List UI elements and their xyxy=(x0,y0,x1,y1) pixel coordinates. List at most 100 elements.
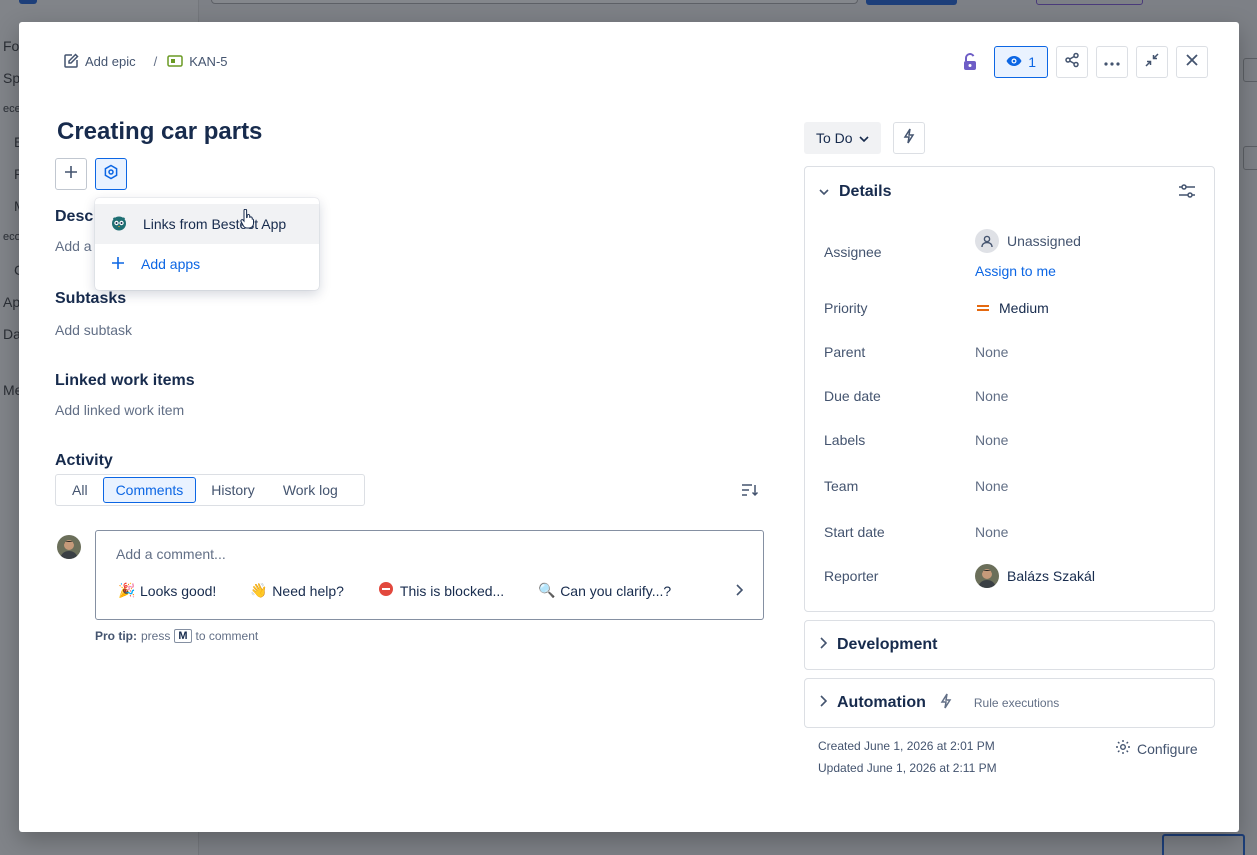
quick-reply-label: Looks good! xyxy=(140,582,217,599)
status-dropdown[interactable]: To Do xyxy=(804,122,881,154)
watch-count: 1 xyxy=(1028,54,1036,70)
labels-value[interactable]: None xyxy=(975,432,1008,448)
priority-value[interactable]: Medium xyxy=(975,300,1049,316)
start-date-value[interactable]: None xyxy=(975,524,1008,540)
magnifier-icon: 🔍 xyxy=(538,582,556,598)
watch-button[interactable]: 1 xyxy=(994,46,1048,78)
parent-value[interactable]: None xyxy=(975,344,1008,360)
quick-reply-looks-good[interactable]: 🎉 Looks good! xyxy=(118,582,216,599)
bg-sidebar-text: Sp xyxy=(3,70,21,86)
add-epic-label: Add epic xyxy=(85,53,136,69)
assignee-text: Unassigned xyxy=(1007,233,1081,249)
tab-all[interactable]: All xyxy=(59,477,101,503)
bestest-app-label: Links from Bestest App xyxy=(143,216,287,232)
bg-sidebar-text: Ap xyxy=(3,294,21,310)
close-icon xyxy=(1185,53,1199,72)
add-apps-label: Add apps xyxy=(141,256,201,272)
add-linked-item-link[interactable]: Add linked work item xyxy=(55,402,184,418)
activity-heading: Activity xyxy=(55,452,113,469)
apps-button[interactable] xyxy=(95,158,127,190)
pro-tip-rest: to comment xyxy=(195,629,259,643)
reporter-value[interactable]: Balázs Szakál xyxy=(975,564,1095,588)
configure-fields-icon[interactable] xyxy=(1178,183,1196,204)
chevron-down-icon xyxy=(859,130,869,146)
chevron-right-icon xyxy=(819,694,828,712)
issue-key-link[interactable]: KAN-5 xyxy=(167,53,228,69)
chevron-right-icon[interactable] xyxy=(735,583,744,601)
automation-panel[interactable]: Automation Rule executions xyxy=(804,678,1215,728)
due-date-label: Due date xyxy=(824,388,881,404)
priority-label: Priority xyxy=(824,300,868,316)
minimize-button[interactable] xyxy=(1136,46,1168,78)
issue-title[interactable]: Creating car parts xyxy=(57,118,262,146)
created-date: Created June 1, 2026 at 2:01 PM xyxy=(818,739,995,753)
quick-reply-blocked[interactable]: This is blocked... xyxy=(378,582,504,599)
bestest-app-menu-item[interactable]: Links from Bestest App xyxy=(95,204,319,244)
quick-reply-label: Can you clarify...? xyxy=(560,582,672,599)
assignee-label: Assignee xyxy=(824,244,882,260)
assign-to-me-link[interactable]: Assign to me xyxy=(975,263,1056,279)
close-button[interactable] xyxy=(1176,46,1208,78)
share-button[interactable] xyxy=(1056,46,1088,78)
rule-executions-label: Rule executions xyxy=(973,696,1060,710)
bg-right-icon xyxy=(1243,58,1257,82)
automation-button[interactable] xyxy=(893,122,925,154)
bg-sidebar-text: Fo xyxy=(3,38,20,54)
avatar xyxy=(975,564,999,588)
details-toggle[interactable]: Details xyxy=(819,183,891,201)
bg-search-field xyxy=(211,0,858,4)
status-label: To Do xyxy=(816,130,853,146)
shortcut-key: M xyxy=(174,629,192,643)
due-date-value[interactable]: None xyxy=(975,388,1008,404)
development-heading: Development xyxy=(837,636,938,653)
tab-work-log[interactable]: Work log xyxy=(270,477,351,503)
comment-placeholder: Add a comment... xyxy=(116,546,226,562)
more-actions-button[interactable] xyxy=(1096,46,1128,78)
owl-app-icon xyxy=(111,215,127,234)
configure-button[interactable]: Configure xyxy=(1115,739,1198,758)
unlock-icon[interactable] xyxy=(954,46,986,78)
gear-icon xyxy=(1115,739,1131,758)
add-subtask-link[interactable]: Add subtask xyxy=(55,322,132,338)
hand-cursor-icon xyxy=(240,208,254,234)
bg-right-box xyxy=(1162,834,1245,855)
team-label: Team xyxy=(824,478,859,494)
edit-icon xyxy=(63,53,79,69)
assignee-value[interactable]: Unassigned xyxy=(975,229,1081,253)
add-button[interactable] xyxy=(55,158,87,190)
eye-icon xyxy=(1006,54,1022,70)
pro-tip: Pro tip: press M to comment xyxy=(95,629,258,643)
bg-upgrade-button xyxy=(1036,0,1143,5)
add-apps-menu-item[interactable]: Add apps xyxy=(95,244,319,284)
add-epic-link[interactable]: Add epic xyxy=(63,53,136,69)
team-value[interactable]: None xyxy=(975,478,1008,494)
tab-comments[interactable]: Comments xyxy=(102,477,197,503)
pro-tip-label: Pro tip: xyxy=(95,629,137,643)
breadcrumb: Add epic / KAN-5 xyxy=(63,53,228,69)
issue-key: KAN-5 xyxy=(189,53,228,69)
development-panel[interactable]: Development xyxy=(804,620,1215,670)
activity-tabs: All Comments History Work log xyxy=(55,474,365,506)
details-heading: Details xyxy=(839,183,892,200)
bg-right-icon xyxy=(1243,146,1257,170)
priority-medium-icon xyxy=(975,300,991,316)
chevron-down-icon xyxy=(819,183,829,201)
apps-icon xyxy=(103,164,119,185)
quick-reply-need-help[interactable]: 👋 Need help? xyxy=(250,582,344,599)
start-date-label: Start date xyxy=(824,524,885,540)
sort-icon[interactable] xyxy=(741,482,759,503)
quick-reply-clarify[interactable]: 🔍 Can you clarify...? xyxy=(538,582,671,599)
plus-icon xyxy=(64,165,78,184)
linked-items-heading: Linked work items xyxy=(55,372,195,389)
updated-date: Updated June 1, 2026 at 2:11 PM xyxy=(818,761,997,775)
lightning-icon xyxy=(903,128,915,149)
quick-reply-label: Need help? xyxy=(272,582,344,599)
tab-history[interactable]: History xyxy=(198,477,268,503)
bg-create-button xyxy=(866,0,957,5)
comment-input[interactable]: Add a comment... 🎉 Looks good! 👋 Need he… xyxy=(95,530,764,620)
priority-text: Medium xyxy=(999,300,1049,316)
description-field[interactable]: Add a xyxy=(55,238,92,254)
issue-toolbar xyxy=(55,158,127,190)
collapse-icon xyxy=(1144,52,1160,73)
chevron-right-icon xyxy=(819,636,828,654)
